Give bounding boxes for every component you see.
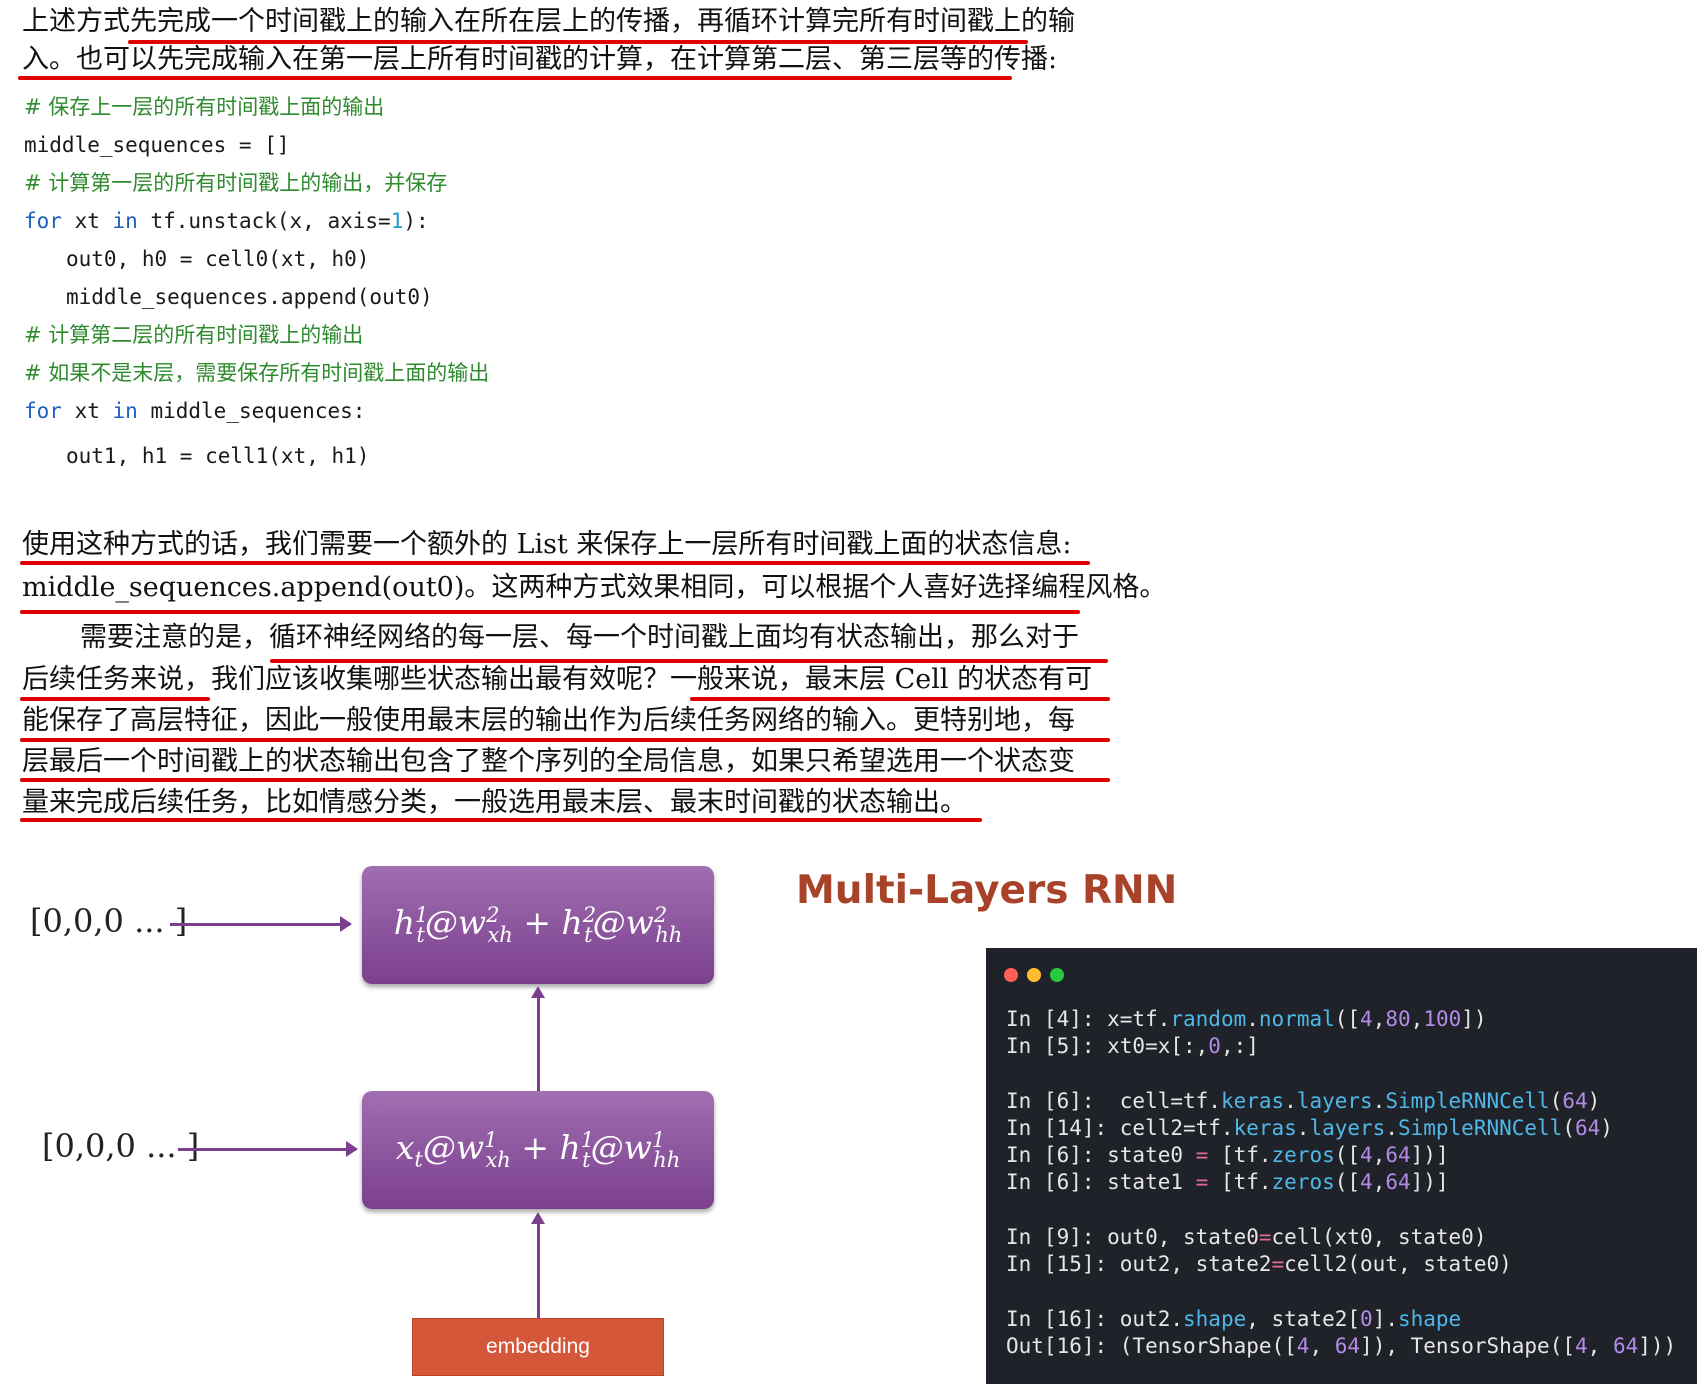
code-comment: # 保存上一层的所有时间戳上面的输出 (24, 95, 385, 119)
underline (20, 738, 1110, 742)
paragraph2-line1: 使用这种方式的话，我们需要一个额外的 List 来保存上一层所有时间戳上面的状态… (22, 529, 1072, 560)
underline (20, 561, 1090, 565)
terminal-line: Out[16]: (TensorShape([4, 64]), TensorSh… (1006, 1334, 1677, 1358)
bottom-up-arrow (531, 1212, 545, 1326)
terminal-line: In [15]: out2, state2=cell2(out, state0) (1006, 1252, 1512, 1276)
code-line: out0, h0 = cell0(xt, h0) (66, 247, 370, 271)
bottom-input-label: [0,0,0 ... ] (42, 1127, 200, 1165)
underline (20, 778, 1110, 782)
terminal-line: In [4]: x=tf.random.normal([4,80,100]) (1006, 1007, 1487, 1031)
code-line: middle_sequences = [] (24, 133, 290, 157)
formula-layer1: xt@w1xh + h1t@w1hh (395, 1128, 681, 1172)
formula-layer2: h1t@w2xh + h2t@w2hh (393, 903, 683, 947)
keyword: for (24, 399, 62, 423)
paragraph3-line5: 量来完成后续任务，比如情感分类，一般选用最末层、最末时间戳的状态输出。 (22, 787, 967, 818)
keyword: for (24, 209, 62, 233)
top-input-arrow (170, 916, 352, 932)
minimize-dot-icon (1027, 968, 1041, 982)
layer2-cell-box: h1t@w2xh + h2t@w2hh (362, 866, 714, 984)
rnn-diagram: [0,0,0 ... ] h1t@w2xh + h2t@w2hh [0,0,0 … (20, 850, 725, 1390)
underline (20, 697, 210, 701)
code-text: ): (403, 209, 429, 233)
terminal-line: In [9]: out0, state0=cell(xt0, state0) (1006, 1225, 1487, 1249)
terminal-line: In [14]: cell2=tf.keras.layers.SimpleRNN… (1006, 1116, 1613, 1140)
slide-title: Multi-Layers RNN (796, 868, 1178, 913)
paragraph1-line1: 上述方式先完成一个时间戳上的输入在所在层上的传播，再循环计算完所有时间戳上的输 (22, 6, 1075, 37)
code-comment: # 如果不是末层，需要保存所有时间戳上面的输出 (24, 361, 490, 385)
paragraph3-line1: 需要注意的是，循环神经网络的每一层、每一个时间戳上面均有状态输出，那么对于 (80, 622, 1079, 653)
underline (690, 697, 1110, 701)
code-line: for xt in middle_sequences: (24, 396, 365, 426)
underline (20, 818, 982, 822)
middle-up-arrow (531, 986, 545, 1100)
embedding-box: embedding (412, 1318, 664, 1376)
code-text: middle_sequences: (137, 399, 366, 423)
number: 1 (390, 209, 404, 233)
paragraph2-line2: middle_sequences.append(out0)。这两种方式效果相同，… (22, 572, 1167, 603)
terminal-line: In [6]: state1 = [tf.zeros([4,64])] (1006, 1170, 1449, 1194)
close-dot-icon (1004, 968, 1018, 982)
code-comment: # 计算第一层的所有时间戳上的输出，并保存 (24, 171, 448, 195)
terminal-line: In [6]: state0 = [tf.zeros([4,64])] (1006, 1143, 1449, 1167)
paragraph3-line2: 后续任务来说，我们应该收集哪些状态输出最有效呢？一般来说，最末层 Cell 的状… (22, 664, 1093, 695)
code-text: xt (61, 209, 113, 233)
terminal-line: In [16]: out2.shape, state2[0].shape (1006, 1307, 1462, 1331)
paragraph3-line4: 层最后一个时间戳上的状态输出包含了整个序列的全局信息，如果只希望选用一个状态变 (22, 746, 1075, 777)
code-line: out1, h1 = cell1(xt, h1) (66, 444, 370, 468)
terminal-line: In [6]: cell=tf.keras.layers.SimpleRNNCe… (1006, 1089, 1601, 1113)
code-line: middle_sequences.append(out0) (66, 285, 433, 309)
layer1-cell-box: xt@w1xh + h1t@w1hh (362, 1091, 714, 1209)
code-line: for xt in tf.unstack(x, axis=1): (24, 206, 429, 236)
keyword: in (112, 209, 138, 233)
top-input-label: [0,0,0 ... ] (30, 902, 188, 940)
underline (20, 610, 1080, 614)
code-text: xt (61, 399, 113, 423)
bottom-input-arrow (178, 1141, 358, 1157)
underline (18, 76, 1012, 80)
keyword: in (112, 399, 138, 423)
paragraph1-line2: 入。也可以先完成输入在第一层上所有时间戳的计算，在计算第二层、第三层等的传播: (22, 44, 1058, 75)
terminal-line: In [5]: xt0=x[:,0,:] (1006, 1034, 1259, 1058)
code-comment: # 计算第二层的所有时间戳上的输出 (24, 323, 364, 347)
paragraph3-line3: 能保存了高层特征，因此一般使用最末层的输出作为后续任务网络的输入。更特别地，每 (22, 705, 1075, 736)
code-terminal: In [4]: x=tf.random.normal([4,80,100]) I… (986, 948, 1697, 1384)
maximize-dot-icon (1050, 968, 1064, 982)
code-text: tf.unstack(x, axis= (137, 209, 391, 233)
